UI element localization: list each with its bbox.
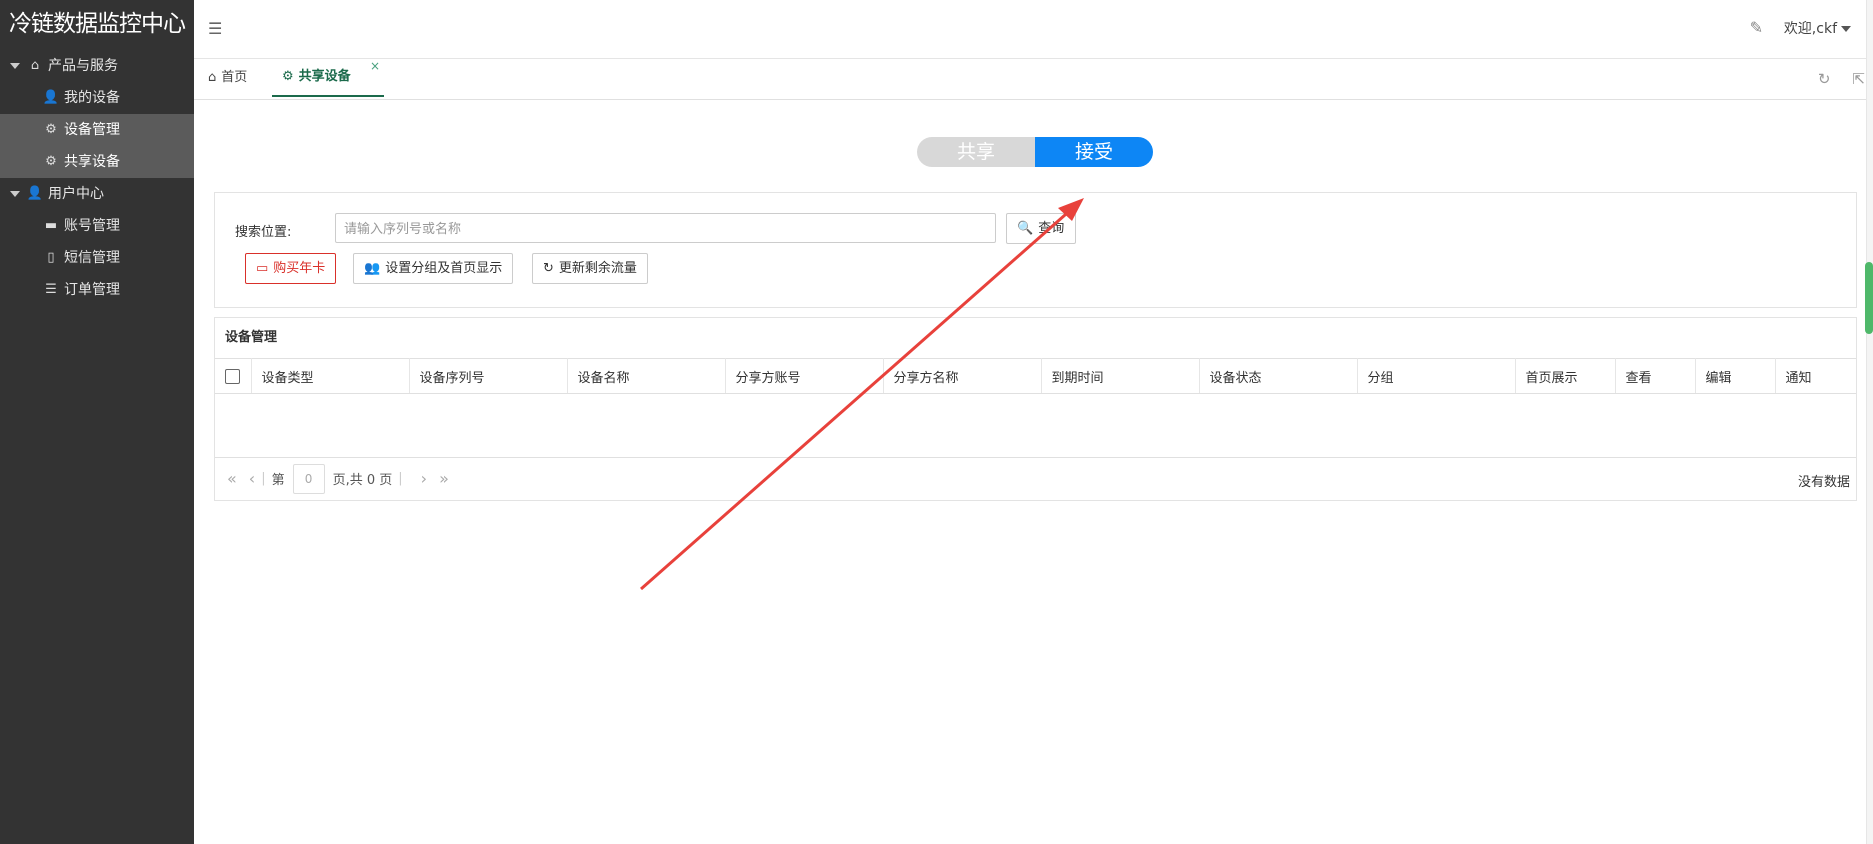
sidebar-item-label: 订单管理 [64, 282, 120, 298]
gear-icon: ⚙ [45, 154, 57, 169]
refresh-button-label: 更新剩余流量 [558, 261, 637, 276]
sidebar-item-my-devices[interactable]: 👤 我的设备 [0, 82, 194, 114]
column-header[interactable]: 查看 [1615, 358, 1696, 394]
group-settings-button[interactable]: 👥 设置分组及首页显示 [353, 253, 514, 284]
prev-page-icon[interactable]: ‹ [249, 469, 255, 488]
no-data-text: 没有数据 [1797, 475, 1850, 490]
tab-tools: ↻ ⇱ [1818, 70, 1865, 88]
user-icon: 👤 [42, 90, 60, 105]
device-table-panel: 设备管理 设备类型 设备序列号 设备名称 分享方账号 分享方名称 到期时间 设备… [214, 317, 1857, 501]
user-greeting: 欢迎,ckf [1783, 21, 1837, 37]
folder-icon: ▬ [44, 218, 58, 233]
users-icon: 👥 [364, 261, 381, 276]
divider: | [261, 471, 266, 486]
tab-home[interactable]: ⌂ 首页 [208, 59, 247, 97]
sidebar-item-label: 短信管理 [64, 250, 120, 266]
next-page-icon[interactable]: › [421, 469, 427, 488]
sidebar-item-label: 我的设备 [64, 90, 120, 106]
sidebar-group-user-center[interactable]: 👤 用户中心 [0, 178, 194, 210]
sidebar: 冷链数据监控中心 ⌂ 产品与服务 👤 我的设备 ⚙ 设备管理 ⚙ 共享设备 👤 … [0, 0, 194, 844]
sidebar-item-device-management[interactable]: ⚙ 设备管理 [0, 114, 194, 146]
column-header[interactable]: 到期时间 [1041, 358, 1200, 394]
refresh-icon: ↻ [543, 261, 554, 276]
menu-collapse-icon[interactable]: ☰ [208, 19, 222, 38]
buy-button-label: 购买年卡 [273, 261, 326, 276]
empty-row [215, 394, 1856, 458]
refresh-icon[interactable]: ↻ [1818, 70, 1831, 88]
scrollbar-track[interactable] [1866, 0, 1873, 844]
sidebar-group-label: 用户中心 [48, 186, 104, 202]
caret-down-icon [1841, 26, 1851, 32]
query-button-label: 查询 [1038, 221, 1065, 236]
toggle-share[interactable]: 共享 [917, 137, 1035, 167]
column-header[interactable]: 首页展示 [1515, 358, 1616, 394]
sidebar-item-sms[interactable]: ▯ 短信管理 [0, 242, 194, 274]
column-header[interactable]: 设备名称 [567, 358, 726, 394]
table-header-row: 设备类型 设备序列号 设备名称 分享方账号 分享方名称 到期时间 设备状态 分组… [215, 358, 1856, 394]
column-header[interactable]: 设备状态 [1199, 358, 1358, 394]
sidebar-item-accounts[interactable]: ▬ 账号管理 [0, 210, 194, 242]
tab-label: 首页 [221, 70, 248, 85]
select-all-checkbox[interactable] [225, 368, 240, 384]
page-suffix: 页,共 0 页 [332, 473, 393, 488]
column-header[interactable]: 分组 [1357, 358, 1516, 394]
sidebar-item-shared-devices[interactable]: ⚙ 共享设备 [0, 146, 194, 178]
theme-icon[interactable]: ✎ [1750, 18, 1763, 37]
tab-label: 共享设备 [298, 69, 351, 84]
gear-icon: ⚙ [45, 122, 57, 137]
table-title: 设备管理 [225, 330, 278, 345]
column-header[interactable]: 分享方名称 [883, 358, 1042, 394]
sidebar-group-products[interactable]: ⌂ 产品与服务 [0, 50, 194, 82]
page-number-input[interactable]: 0 [292, 463, 325, 494]
column-header[interactable]: 设备类型 [251, 358, 410, 394]
user-icon: 👤 [26, 186, 44, 201]
toggle-receive[interactable]: 接受 [1035, 137, 1153, 167]
group-button-label: 设置分组及首页显示 [385, 261, 503, 276]
tabs-bar: ⌂ 首页 ⚙ 共享设备 × ↻ ⇱ [194, 59, 1873, 100]
open-external-icon[interactable]: ⇱ [1852, 70, 1865, 88]
close-icon[interactable]: × [370, 47, 380, 85]
sidebar-item-label: 设备管理 [64, 122, 120, 138]
home-icon: ⌂ [30, 58, 40, 73]
column-header[interactable]: 编辑 [1695, 358, 1776, 394]
gear-icon: ⚙ [282, 69, 294, 84]
mobile-icon: ▯ [47, 250, 55, 265]
home-icon: ⌂ [208, 70, 217, 85]
sidebar-group-label: 产品与服务 [48, 58, 118, 74]
page-prefix: 第 [271, 473, 285, 488]
tab-shared-devices[interactable]: ⚙ 共享设备 × [272, 59, 384, 97]
sidebar-item-orders[interactable]: ☰ 订单管理 [0, 274, 194, 306]
column-header[interactable]: 通知 [1775, 358, 1856, 394]
credit-card-icon: ▭ [256, 261, 269, 276]
refresh-traffic-button[interactable]: ↻ 更新剩余流量 [532, 253, 648, 284]
pagination: « ‹ | 第 0 页,共 0 页 | › » 没有数据 [215, 457, 1856, 500]
divider: | [398, 471, 403, 486]
search-label: 搜索位置: [235, 225, 292, 240]
query-button[interactable]: 🔍 查询 [1006, 213, 1076, 244]
device-table: 设备类型 设备序列号 设备名称 分享方账号 分享方名称 到期时间 设备状态 分组… [215, 358, 1856, 458]
first-page-icon[interactable]: « [227, 469, 237, 488]
last-page-icon[interactable]: » [439, 469, 449, 488]
top-bar: ☰ ✎ 欢迎,ckf [194, 0, 1873, 59]
select-all-cell [215, 358, 252, 394]
sidebar-item-label: 共享设备 [64, 154, 120, 170]
app-title: 冷链数据监控中心 [9, 11, 186, 37]
caret-down-icon [10, 63, 20, 69]
buy-annual-card-button[interactable]: ▭ 购买年卡 [245, 253, 337, 284]
list-icon: ☰ [45, 282, 57, 297]
search-panel: 搜索位置: 🔍 查询 ▭ 购买年卡 👥 设置分组及首页显示 ↻ 更新剩余流量 [214, 192, 1857, 308]
share-receive-toggle[interactable]: 共享 接受 [917, 137, 1153, 167]
search-icon: 🔍 [1017, 221, 1034, 236]
user-menu[interactable]: 欢迎,ckf [1784, 18, 1853, 38]
scrollbar-thumb[interactable] [1865, 262, 1873, 334]
sidebar-item-label: 账号管理 [64, 218, 120, 234]
caret-down-icon [10, 191, 20, 197]
column-header[interactable]: 分享方账号 [725, 358, 884, 394]
column-header[interactable]: 设备序列号 [409, 358, 568, 394]
search-input[interactable] [335, 213, 996, 243]
